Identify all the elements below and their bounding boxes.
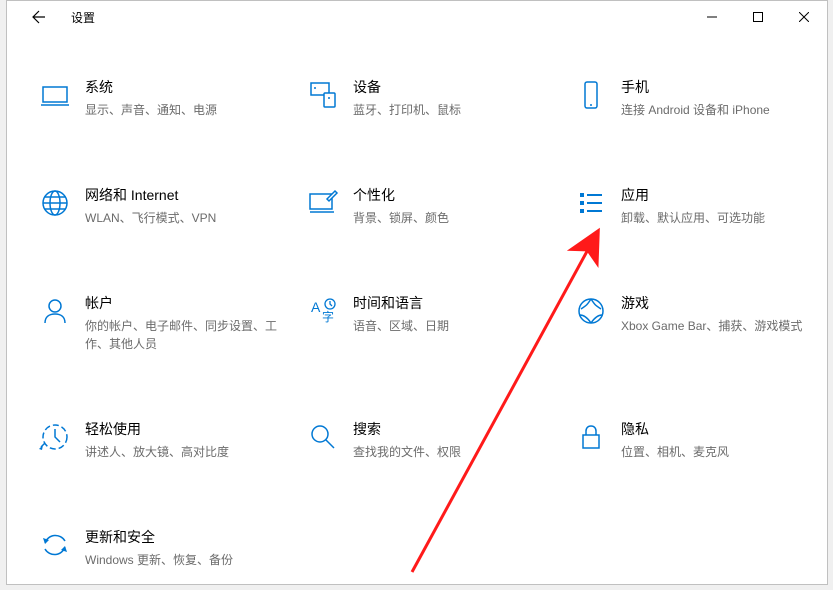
category-system[interactable]: 系统 显示、声音、通知、电源 (37, 73, 297, 123)
category-title: 更新和安全 (85, 527, 297, 547)
maximize-icon (753, 12, 763, 22)
category-title: 隐私 (621, 419, 833, 439)
privacy-icon (573, 419, 609, 455)
category-desc: 背景、锁屏、颜色 (353, 209, 565, 227)
category-desc: 蓝牙、打印机、鼠标 (353, 101, 565, 119)
category-title: 个性化 (353, 185, 565, 205)
category-desc: 显示、声音、通知、电源 (85, 101, 297, 119)
maximize-button[interactable] (735, 1, 781, 33)
category-title: 应用 (621, 185, 833, 205)
category-title: 时间和语言 (353, 293, 565, 313)
devices-icon (305, 77, 341, 113)
category-personalization[interactable]: 个性化 背景、锁屏、颜色 (305, 181, 565, 231)
category-devices[interactable]: 设备 蓝牙、打印机、鼠标 (305, 73, 565, 123)
category-title: 轻松使用 (85, 419, 297, 439)
window-title: 设置 (71, 9, 95, 26)
apps-icon (573, 185, 609, 221)
update-icon (37, 527, 73, 563)
category-phone[interactable]: 手机 连接 Android 设备和 iPhone (573, 73, 833, 123)
content-area: 系统 显示、声音、通知、电源 设备 蓝牙、打印机、鼠标 手机 (7, 33, 827, 573)
category-title: 搜索 (353, 419, 565, 439)
category-title: 游戏 (621, 293, 833, 313)
category-desc: WLAN、飞行模式、VPN (85, 209, 297, 227)
category-desc: 讲述人、放大镜、高对比度 (85, 443, 297, 461)
category-time[interactable]: A字 时间和语言 语音、区域、日期 (305, 289, 565, 357)
search-icon (305, 419, 341, 455)
categories-grid: 系统 显示、声音、通知、电源 设备 蓝牙、打印机、鼠标 手机 (37, 73, 827, 573)
settings-window: 设置 系统 显示、声音、通知、电源 (6, 0, 828, 585)
minimize-icon (707, 12, 717, 22)
category-gaming[interactable]: 游戏 Xbox Game Bar、捕获、游戏模式 (573, 289, 833, 357)
category-apps[interactable]: 应用 卸载、默认应用、可选功能 (573, 181, 833, 231)
category-accounts[interactable]: 帐户 你的帐户、电子邮件、同步设置、工作、其他人员 (37, 289, 297, 357)
personalization-icon (305, 185, 341, 221)
category-desc: 连接 Android 设备和 iPhone (621, 101, 833, 119)
time-language-icon: A字 (305, 293, 341, 329)
category-desc: 位置、相机、麦克风 (621, 443, 833, 461)
category-title: 设备 (353, 77, 565, 97)
titlebar: 设置 (7, 1, 827, 33)
system-icon (37, 77, 73, 113)
svg-text:A: A (311, 299, 321, 315)
category-network[interactable]: 网络和 Internet WLAN、飞行模式、VPN (37, 181, 297, 231)
window-controls (689, 1, 827, 33)
phone-icon (573, 77, 609, 113)
close-icon (799, 12, 809, 22)
gaming-icon (573, 293, 609, 329)
category-privacy[interactable]: 隐私 位置、相机、麦克风 (573, 415, 833, 465)
minimize-button[interactable] (689, 1, 735, 33)
category-desc: Xbox Game Bar、捕获、游戏模式 (621, 317, 833, 335)
category-title: 系统 (85, 77, 297, 97)
category-update[interactable]: 更新和安全 Windows 更新、恢复、备份 (37, 523, 297, 573)
category-desc: 语音、区域、日期 (353, 317, 565, 335)
category-title: 帐户 (85, 293, 297, 313)
accounts-icon (37, 293, 73, 329)
category-search[interactable]: 搜索 查找我的文件、权限 (305, 415, 565, 465)
back-arrow-icon (31, 9, 47, 25)
category-title: 手机 (621, 77, 833, 97)
ease-of-access-icon (37, 419, 73, 455)
close-button[interactable] (781, 1, 827, 33)
category-title: 网络和 Internet (85, 185, 297, 205)
category-desc: 查找我的文件、权限 (353, 443, 565, 461)
category-desc: Windows 更新、恢复、备份 (85, 551, 297, 569)
category-ease[interactable]: 轻松使用 讲述人、放大镜、高对比度 (37, 415, 297, 465)
category-desc: 你的帐户、电子邮件、同步设置、工作、其他人员 (85, 317, 297, 353)
network-icon (37, 185, 73, 221)
svg-text:字: 字 (322, 309, 334, 324)
category-desc: 卸载、默认应用、可选功能 (621, 209, 833, 227)
back-button[interactable] (23, 1, 55, 33)
